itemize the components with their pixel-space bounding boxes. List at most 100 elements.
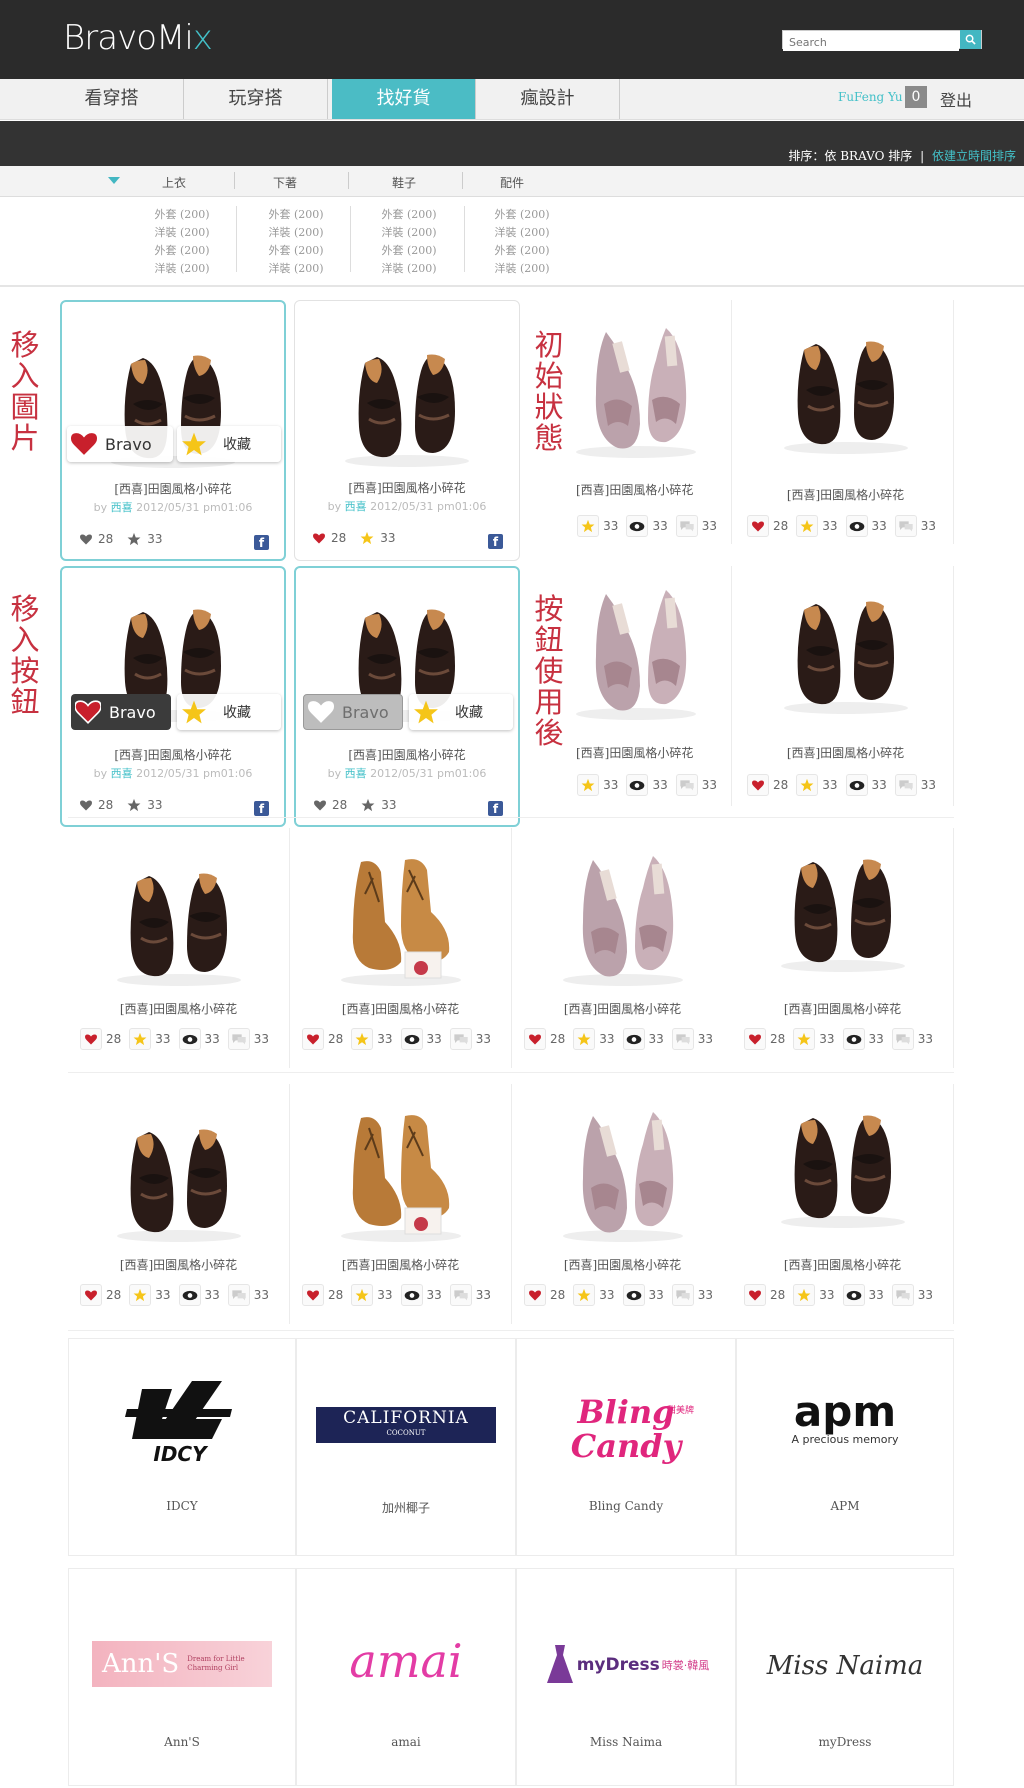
brand-name[interactable]: Bling Candy bbox=[517, 1499, 735, 1513]
subcat-item[interactable]: 洋裝 (200) bbox=[239, 260, 353, 278]
product-image[interactable] bbox=[553, 1098, 693, 1244]
product-image[interactable] bbox=[331, 1098, 471, 1244]
notification-badge[interactable]: 0 bbox=[905, 86, 927, 108]
heart-icon[interactable] bbox=[751, 521, 764, 532]
brand-card[interactable]: amai amai bbox=[296, 1568, 516, 1786]
cat-bottoms[interactable]: 下著 bbox=[228, 174, 342, 191]
subcat-item[interactable]: 外套 (200) bbox=[465, 206, 579, 224]
tab-play[interactable]: 玩穿搭 bbox=[184, 79, 328, 119]
brand-logo[interactable]: Ann'S Dream for Little Charming Girl bbox=[69, 1641, 295, 1687]
comment-icon[interactable] bbox=[231, 1289, 247, 1301]
comment-icon[interactable] bbox=[675, 1289, 691, 1301]
star-icon[interactable] bbox=[355, 1288, 369, 1302]
eye-icon[interactable] bbox=[626, 1034, 642, 1045]
author-link[interactable]: 西喜 bbox=[111, 501, 133, 514]
heart-icon[interactable] bbox=[528, 1034, 541, 1045]
subcat-item[interactable]: 洋裝 (200) bbox=[239, 224, 353, 242]
product-card[interactable]: [西喜]田園風格小碎花 28 33 33 33 bbox=[68, 828, 290, 1068]
logo[interactable]: BravoMix bbox=[63, 18, 213, 58]
star-icon[interactable] bbox=[581, 519, 595, 533]
subcat-item[interactable]: 洋裝 (200) bbox=[352, 224, 466, 242]
brand-name[interactable]: myDress bbox=[737, 1735, 953, 1749]
brand-name[interactable]: 加州椰子 bbox=[297, 1499, 515, 1516]
product-image[interactable] bbox=[773, 1084, 913, 1230]
brand-logo[interactable]: Bling Candy bbox=[517, 1395, 735, 1463]
product-title[interactable]: [西喜]田園風格小碎花 bbox=[512, 1000, 733, 1017]
search-button[interactable] bbox=[960, 30, 981, 49]
product-title[interactable]: [西喜]田園風格小碎花 bbox=[62, 480, 284, 497]
star-icon[interactable] bbox=[355, 1032, 369, 1046]
product-title[interactable]: [西喜]田園風格小碎花 bbox=[738, 486, 953, 503]
product-title[interactable]: [西喜]田園風格小碎花 bbox=[738, 744, 953, 761]
brand-card[interactable]: apm A precious memory APM bbox=[736, 1338, 954, 1556]
user-name[interactable]: FuFeng Yu bbox=[838, 90, 903, 104]
product-title[interactable]: [西喜]田園風格小碎花 bbox=[732, 1256, 953, 1273]
author-link[interactable]: 西喜 bbox=[111, 767, 133, 780]
sort-by-time-link[interactable]: 依建立時間排序 bbox=[932, 149, 1016, 163]
subcat-item[interactable]: 外套 (200) bbox=[239, 242, 353, 260]
product-card[interactable]: Bravo 收藏 [西喜]田園風格小碎花 by 西喜 2012/05/31 pm… bbox=[60, 566, 286, 827]
product-title[interactable]: [西喜]田園風格小碎花 bbox=[296, 746, 518, 763]
heart-icon[interactable] bbox=[306, 1290, 319, 1301]
logout-link[interactable]: 登出 bbox=[940, 87, 972, 111]
subcat-item[interactable]: 外套 (200) bbox=[125, 242, 239, 260]
comment-icon[interactable] bbox=[453, 1289, 469, 1301]
brand-logo[interactable]: apm A precious memory bbox=[737, 1391, 953, 1447]
heart-icon[interactable] bbox=[80, 534, 92, 545]
subcat-item[interactable]: 洋裝 (200) bbox=[465, 260, 579, 278]
tab-look[interactable]: 看穿搭 bbox=[40, 79, 184, 119]
subcat-item[interactable]: 洋裝 (200) bbox=[125, 260, 239, 278]
eye-icon[interactable] bbox=[849, 521, 865, 532]
brand-logo[interactable]: myDress 時裳·韓風 bbox=[517, 1643, 735, 1687]
subcat-item[interactable]: 外套 (200) bbox=[352, 242, 466, 260]
brand-name[interactable]: Ann'S bbox=[69, 1735, 295, 1749]
eye-icon[interactable] bbox=[849, 780, 865, 791]
search-input[interactable] bbox=[783, 34, 959, 51]
brand-name[interactable]: Miss Naima bbox=[517, 1735, 735, 1749]
product-title[interactable]: [西喜]田園風格小碎花 bbox=[732, 1000, 953, 1017]
comment-icon[interactable] bbox=[675, 1033, 691, 1045]
star-icon[interactable] bbox=[577, 1032, 591, 1046]
subcat-item[interactable]: 洋裝 (200) bbox=[465, 224, 579, 242]
product-card[interactable]: [西喜]田園風格小碎花 28 33 33 33 bbox=[732, 828, 954, 1068]
product-card[interactable]: [西喜]田園風格小碎花 28 33 33 33 bbox=[290, 828, 512, 1068]
author-link[interactable]: 西喜 bbox=[345, 500, 367, 513]
product-image[interactable] bbox=[337, 323, 477, 469]
cat-accessories[interactable]: 配件 bbox=[455, 174, 569, 191]
product-title[interactable]: [西喜]田園風格小碎花 bbox=[295, 479, 519, 496]
product-title[interactable]: [西喜]田園風格小碎花 bbox=[576, 481, 696, 498]
favorite-button[interactable]: 收藏 bbox=[409, 694, 513, 730]
heart-icon[interactable] bbox=[751, 780, 764, 791]
product-image[interactable] bbox=[576, 314, 706, 460]
comment-icon[interactable] bbox=[679, 779, 695, 791]
star-icon[interactable] bbox=[797, 1288, 811, 1302]
comment-icon[interactable] bbox=[453, 1033, 469, 1045]
brand-logo[interactable]: IDCY bbox=[69, 1379, 295, 1469]
product-title[interactable]: [西喜]田園風格小碎花 bbox=[68, 1000, 289, 1017]
product-title[interactable]: [西喜]田園風格小碎花 bbox=[290, 1000, 511, 1017]
product-image[interactable] bbox=[776, 310, 916, 456]
star-icon[interactable] bbox=[797, 1032, 811, 1046]
product-image[interactable] bbox=[553, 842, 693, 988]
facebook-icon[interactable]: f bbox=[488, 534, 503, 549]
product-image[interactable] bbox=[109, 842, 249, 988]
cat-shoes[interactable]: 鞋子 bbox=[347, 174, 461, 191]
subcat-item[interactable]: 洋裝 (200) bbox=[352, 260, 466, 278]
star-icon[interactable] bbox=[800, 778, 814, 792]
product-title[interactable]: [西喜]田園風格小碎花 bbox=[68, 1256, 289, 1273]
brand-logo[interactable]: Miss Naima bbox=[737, 1651, 953, 1681]
star-icon[interactable] bbox=[581, 778, 595, 792]
favorite-button[interactable]: 收藏 bbox=[177, 426, 281, 462]
product-image[interactable] bbox=[331, 842, 471, 988]
product-card[interactable]: Bravo 收藏 [西喜]田園風格小碎花 by 西喜 2012/05/31 pm… bbox=[60, 300, 286, 561]
eye-icon[interactable] bbox=[626, 1290, 642, 1301]
brand-card[interactable]: Bling Candy 甜美牌 Bling Candy bbox=[516, 1338, 736, 1556]
star-icon[interactable] bbox=[360, 531, 374, 545]
bravo-button[interactable]: Bravo bbox=[71, 694, 171, 730]
brand-name[interactable]: amai bbox=[297, 1735, 515, 1749]
product-card[interactable]: [西喜]田園風格小碎花 28 33 33 33 bbox=[68, 1084, 290, 1324]
heart-icon[interactable] bbox=[84, 1290, 97, 1301]
brand-card[interactable]: Ann'S Dream for Little Charming Girl Ann… bbox=[68, 1568, 296, 1786]
product-card[interactable]: [西喜]田園風格小碎花 33 33 33 bbox=[576, 300, 732, 544]
product-image[interactable] bbox=[776, 570, 916, 716]
